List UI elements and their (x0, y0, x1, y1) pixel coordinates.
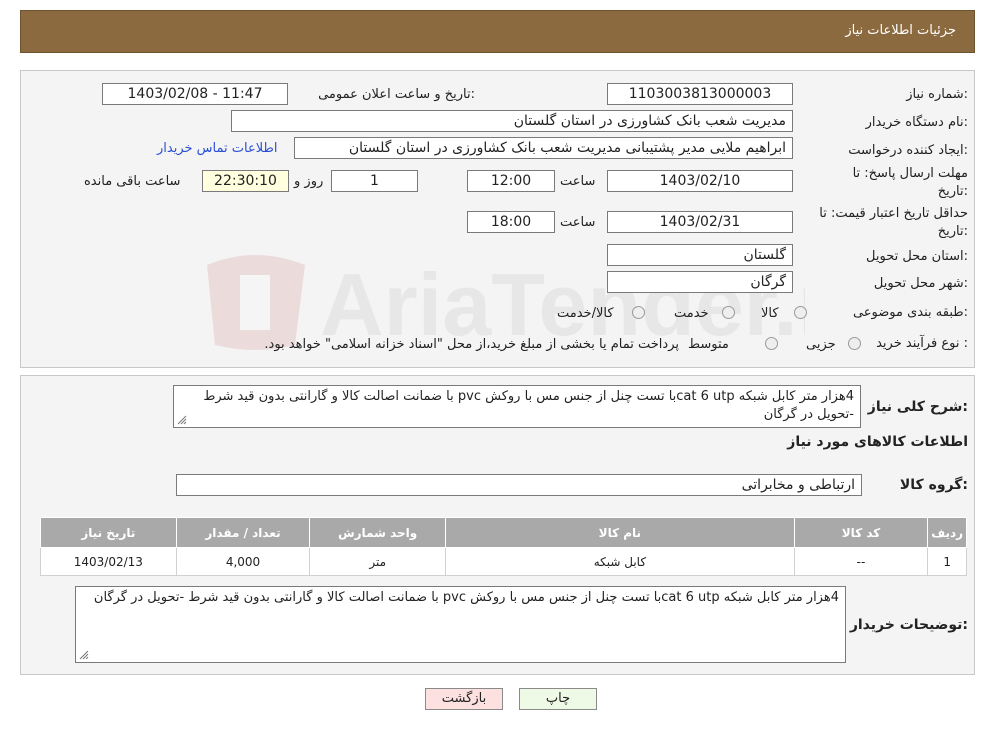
table-row: 1403/02/13 4,000 متر کابل شبکه -- 1 (40, 547, 967, 576)
price-validity-label-date: تاریخ: (937, 224, 968, 239)
print-button[interactable]: چاپ (519, 688, 597, 710)
city-field: گرگان (607, 271, 793, 293)
creator-field: ابراهیم ملایی مدیر پشتیبانی مدیریت شعب ب… (294, 137, 793, 159)
days-label: روز و (294, 174, 324, 189)
category-label: طبقه بندی موضوعی: (852, 305, 968, 320)
deadline-time-field: 12:00 (467, 170, 555, 192)
col-unit: واحد شمارش (309, 517, 447, 548)
deadline-label: مهلت ارسال پاسخ: تا (852, 166, 968, 181)
deadline-label-date: تاریخ: (937, 184, 968, 199)
process-minor-radio[interactable] (848, 337, 861, 350)
back-button[interactable]: بازگشت (425, 688, 503, 710)
province-field: گلستان (607, 244, 793, 266)
cell-unit: متر (309, 547, 447, 576)
cell-item-name: کابل شبکه (445, 547, 795, 576)
need-number-field: 1103003813000003 (607, 83, 793, 105)
buyer-contact-link[interactable]: اطلاعات تماس خریدار (157, 141, 277, 156)
time-remaining-label: ساعت باقی مانده (84, 174, 181, 189)
category-goods-label: کالا (761, 306, 779, 321)
items-section-title: اطلاعات کالاهای مورد نیاز (787, 434, 968, 450)
deadline-time-label: ساعت (560, 174, 596, 189)
process-medium-radio[interactable] (765, 337, 778, 350)
resize-grip-icon[interactable] (79, 650, 89, 660)
goods-group-label: گروه کالا: (899, 477, 968, 493)
need-description-label: شرح کلی نیاز: (867, 399, 968, 415)
deadline-date-field: 1403/02/10 (607, 170, 793, 192)
page-title: جزئیات اطلاعات نیاز (845, 23, 956, 38)
need-number-label: شماره نیاز: (906, 87, 968, 102)
buyer-notes-value: 4هزار متر کابل شبکه cat 6 utpبا تست چنل … (93, 590, 839, 605)
treasury-note: پرداخت تمام یا بخشی از مبلغ خرید،از محل … (264, 337, 679, 352)
creator-label: ایجاد کننده درخواست: (848, 143, 968, 158)
buyer-label: نام دستگاه خریدار: (865, 115, 968, 130)
announce-date-label: تاریخ و ساعت اعلان عمومی: (318, 87, 475, 102)
category-goods-service-radio[interactable] (632, 306, 645, 319)
goods-group-field: ارتباطی و مخابراتی (176, 474, 862, 496)
items-table-header: تاریخ نیاز تعداد / مقدار واحد شمارش نام … (40, 517, 967, 548)
price-validity-date-field: 1403/02/31 (607, 211, 793, 233)
col-need-date: تاریخ نیاز (40, 517, 177, 548)
price-validity-time-field: 18:00 (467, 211, 555, 233)
items-table: تاریخ نیاز تعداد / مقدار واحد شمارش نام … (40, 517, 967, 576)
col-item-name: نام کالا (445, 517, 795, 548)
category-service-radio[interactable] (722, 306, 735, 319)
announce-date-field: 1403/02/08 - 11:47 (102, 83, 288, 105)
page-header: جزئیات اطلاعات نیاز (20, 10, 975, 53)
province-label: استان محل تحویل: (866, 249, 968, 264)
col-item-code: کد کالا (793, 517, 929, 548)
cell-quantity: 4,000 (175, 547, 311, 576)
cell-row-number: 1 (927, 547, 967, 576)
price-validity-label: حداقل تاریخ اعتبار قیمت: تا (819, 206, 968, 221)
category-goods-radio[interactable] (794, 306, 807, 319)
days-remaining-field: 1 (331, 170, 418, 192)
buyer-field: مدیریت شعب بانک کشاورزی در استان گلستان (231, 110, 793, 132)
buyer-notes-text: 4هزار متر کابل شبکه cat 6 utpبا تست چنل … (75, 586, 846, 663)
category-service-label: خدمت (674, 306, 709, 321)
buyer-notes-label: توضیحات خریدار: (849, 617, 968, 633)
city-label: شهر محل تحویل: (873, 276, 968, 291)
cell-need-date: 1403/02/13 (40, 547, 177, 576)
cell-item-code: -- (793, 547, 929, 576)
resize-grip-icon[interactable] (177, 415, 187, 425)
process-minor-label: جزیی (806, 337, 836, 352)
time-remaining-field: 22:30:10 (202, 170, 289, 192)
need-description-value: 4هزار متر کابل شبکه cat 6 utpبا تست چنل … (203, 389, 854, 422)
process-medium-label: متوسط (688, 337, 729, 352)
category-goods-service-label: کالا/خدمت (557, 306, 614, 321)
col-row-number: ردیف (927, 517, 967, 548)
need-description-text: 4هزار متر کابل شبکه cat 6 utpبا تست چنل … (173, 385, 861, 428)
process-type-label: نوع فرآیند خرید : (876, 336, 968, 351)
price-validity-time-label: ساعت (560, 215, 596, 230)
col-quantity: تعداد / مقدار (175, 517, 311, 548)
